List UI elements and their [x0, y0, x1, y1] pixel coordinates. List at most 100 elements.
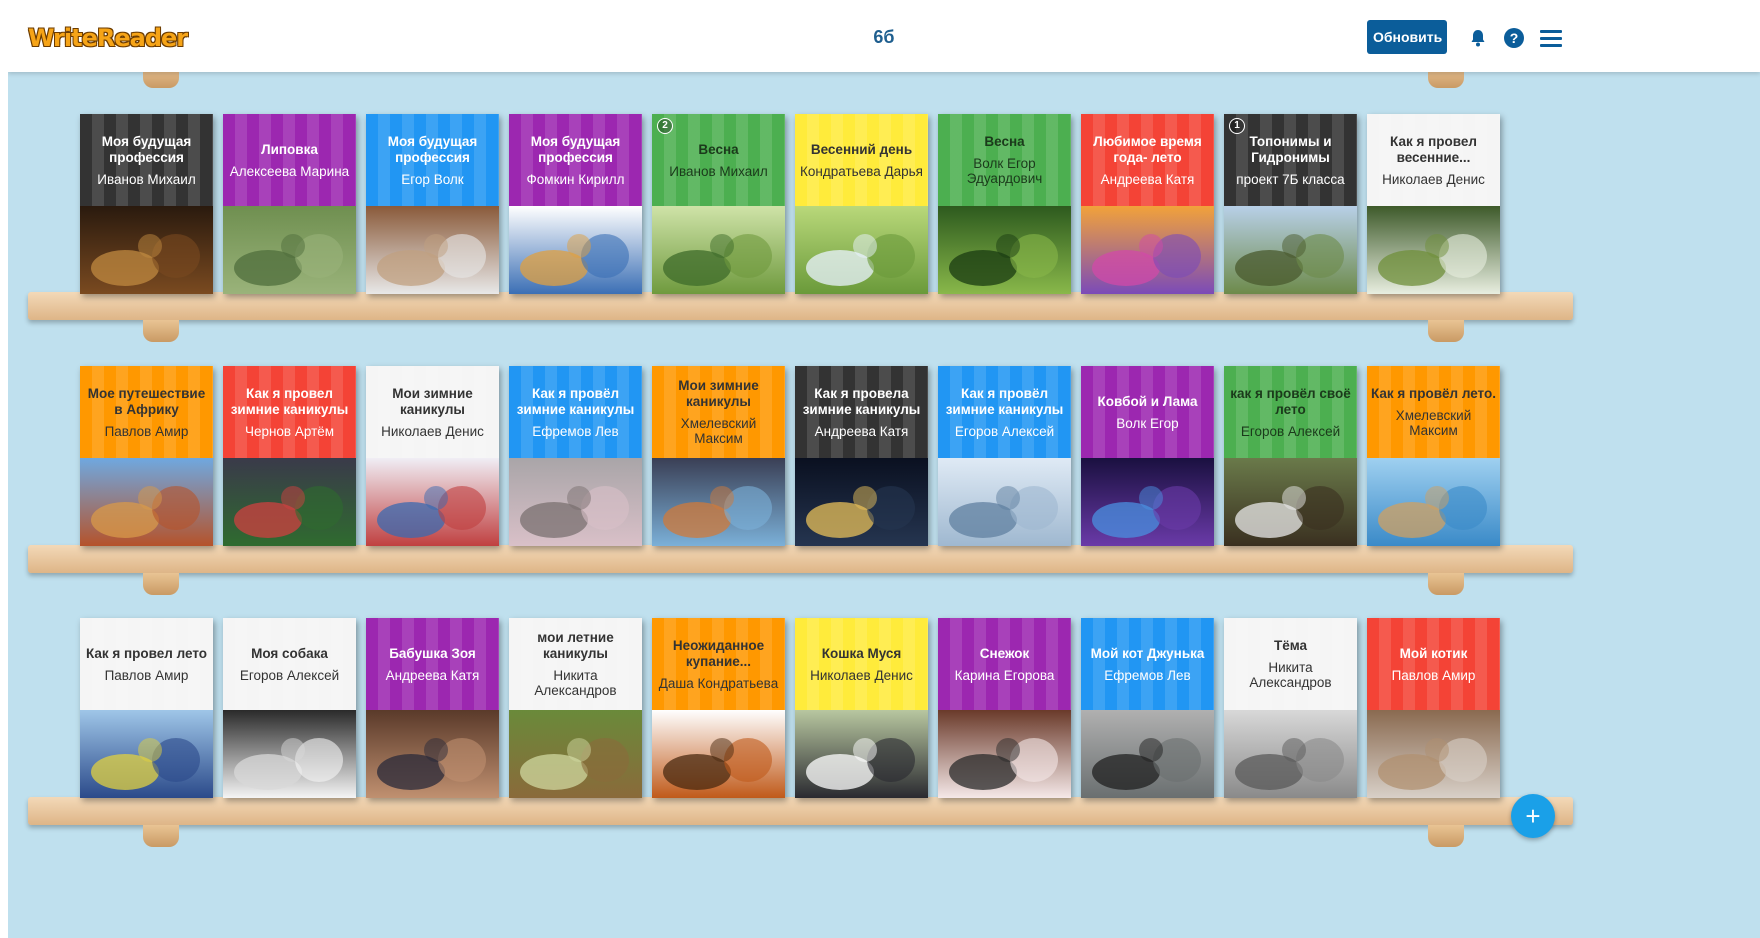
book-cover-image	[80, 206, 213, 294]
book-title: Весенний день	[810, 141, 913, 157]
book-cover-header: Липовка Алексеева Марина	[223, 114, 356, 206]
book-cover-image	[1081, 710, 1214, 798]
book-card[interactable]: Весенний день Кондратьева Дарья	[795, 114, 928, 294]
book-title: Моя собака	[251, 645, 328, 661]
book-cover-header: Мои зимние каникулы Николаев Денис	[366, 366, 499, 458]
book-card[interactable]: Мой котик Павлов Амир	[1367, 618, 1500, 798]
book-cover-image	[795, 206, 928, 294]
book-card[interactable]: Тёма Никита Александров	[1224, 618, 1357, 798]
book-card[interactable]: Мой кот Джунька Ефремов Лев	[1081, 618, 1214, 798]
book-cover-image	[938, 206, 1071, 294]
book-author: Егоров Алексей	[239, 667, 340, 683]
book-title: Как я провела зимние каникулы	[802, 385, 921, 417]
book-card[interactable]: Моя будущая профессия Иванов Михаил	[80, 114, 213, 294]
book-card[interactable]: Снежок Карина Егорова	[938, 618, 1071, 798]
book-card[interactable]: Как я провел лето Павлов Амир	[80, 618, 213, 798]
book-cover-header: Как я провел зимние каникулы Чернов Артём	[223, 366, 356, 458]
book-author: Никита Александров	[534, 668, 617, 698]
book-author: Алексеева Марина	[229, 163, 350, 179]
book-author: Павлов Амир	[104, 423, 189, 439]
book-title: Неожиданное купание...	[672, 637, 765, 669]
book-card[interactable]: Как я провёл зимние каникулы Ефремов Лев	[509, 366, 642, 546]
book-author: Даша Кондратьева	[658, 675, 779, 691]
book-cover-image	[366, 710, 499, 798]
book-title: Как я провел зимние каникулы	[230, 385, 349, 417]
book-title: Ковбой и Лама	[1097, 393, 1198, 409]
book-cover-image	[652, 710, 785, 798]
book-author: Хмелевский Максим	[1395, 408, 1472, 438]
book-title: Мои зимние каникулы	[392, 385, 473, 417]
book-cover-image	[1224, 206, 1357, 294]
book-cover-image	[223, 710, 356, 798]
book-cover-header: мои летние каникулы Никита Александров	[509, 618, 642, 710]
shelf-bracket	[143, 573, 179, 595]
book-card[interactable]: Топонимы и Гидронимы проект 7Б класса 1	[1224, 114, 1357, 294]
book-cover-image	[509, 710, 642, 798]
book-card[interactable]: Как я провела зимние каникулы Андреева Ка…	[795, 366, 928, 546]
book-card[interactable]: Весна Волк Егор Эдуардович	[938, 114, 1071, 294]
book-author: Кондратьева Дарья	[800, 163, 923, 179]
book-card[interactable]: Мое путешествие в Африку Павлов Амир	[80, 366, 213, 546]
book-cover-image	[223, 206, 356, 294]
book-title: Любимое время года- лето	[1093, 133, 1202, 165]
book-card[interactable]: Как я провел зимние каникулы Чернов Артём	[223, 366, 356, 546]
book-cover-header: Моя будущая профессия Фомкин Кирилл	[509, 114, 642, 206]
book-card[interactable]: Как я провел весенние... Николаев Денис	[1367, 114, 1500, 294]
shelf-bracket	[143, 320, 179, 342]
book-card[interactable]: Мои зимние каникулы Хмелевский Максим	[652, 366, 785, 546]
book-cover-header: Весна Волк Егор Эдуардович	[938, 114, 1071, 206]
book-cover-image	[366, 206, 499, 294]
book-card[interactable]: Кошка Муся Николаев Денис	[795, 618, 928, 798]
book-title: Бабушка Зоя	[389, 645, 476, 661]
shelf-bracket	[1428, 825, 1464, 847]
book-cover-image	[80, 710, 213, 798]
book-card[interactable]: Неожиданное купание... Даша Кондратьева	[652, 618, 785, 798]
book-cover-image	[938, 458, 1071, 546]
book-cover-image	[223, 458, 356, 546]
book-author: Карина Егорова	[954, 667, 1055, 683]
book-card[interactable]: Как я провёл лето. Хмелевский Максим	[1367, 366, 1500, 546]
book-author: Волк Егор Эдуардович	[966, 156, 1043, 186]
book-title: Топонимы и Гидронимы	[1249, 133, 1332, 165]
book-card[interactable]: Моя будущая профессия Фомкин Кирилл	[509, 114, 642, 294]
book-card[interactable]: Любимое время года- лето Андреева Катя	[1081, 114, 1214, 294]
book-cover-header: Как я провёл лето. Хмелевский Максим	[1367, 366, 1500, 458]
book-cover-image	[366, 458, 499, 546]
book-author: Чернов Артём	[244, 423, 335, 439]
book-title: Мой кот Джунька	[1090, 645, 1205, 661]
shelf-board	[28, 292, 1573, 320]
book-author: Андреева Катя	[1100, 171, 1195, 187]
book-cover-image	[1367, 206, 1500, 294]
book-title: как я провёл своё лето	[1230, 385, 1351, 417]
book-title: Мои зимние каникулы	[678, 378, 759, 409]
book-title: Весна	[984, 134, 1025, 149]
book-title: Как я провёл зимние каникулы	[945, 385, 1064, 417]
book-cover-header: Снежок Карина Егорова	[938, 618, 1071, 710]
book-title: Мой котик	[1399, 645, 1468, 661]
update-button[interactable]: Обновить	[1367, 20, 1447, 54]
shelf-bracket	[143, 825, 179, 847]
add-book-button[interactable]: +	[1511, 794, 1555, 838]
book-card[interactable]: Моя собака Егоров Алексей	[223, 618, 356, 798]
book-cover-header: Мои зимние каникулы Хмелевский Максим	[652, 366, 785, 458]
book-cover-image	[1224, 458, 1357, 546]
book-cover-header: Как я провел весенние... Николаев Денис	[1367, 114, 1500, 206]
help-icon[interactable]: ?	[1504, 28, 1524, 48]
book-card[interactable]: Весна Иванов Михаил 2	[652, 114, 785, 294]
book-card[interactable]: Бабушка Зоя Андреева Катя	[366, 618, 499, 798]
book-card[interactable]: Моя будущая профессия Егор Волк	[366, 114, 499, 294]
book-card[interactable]: Как я провёл зимние каникулы Егоров Алекс…	[938, 366, 1071, 546]
book-card[interactable]: Ковбой и Лама Волк Егор	[1081, 366, 1214, 546]
book-author: Хмелевский Максим	[680, 416, 757, 446]
book-cover-header: Мой котик Павлов Амир	[1367, 618, 1500, 710]
menu-icon[interactable]	[1540, 28, 1562, 48]
book-card[interactable]: как я провёл своё лето Егоров Алексей	[1224, 366, 1357, 546]
book-card[interactable]: Липовка Алексеева Марина	[223, 114, 356, 294]
bell-icon[interactable]	[1468, 28, 1488, 48]
book-cover-image	[652, 206, 785, 294]
book-card[interactable]: мои летние каникулы Никита Александров	[509, 618, 642, 798]
book-title: Тёма	[1273, 638, 1308, 653]
book-cover-image	[652, 458, 785, 546]
book-author: Волк Егор	[1116, 415, 1179, 431]
book-card[interactable]: Мои зимние каникулы Николаев Денис	[366, 366, 499, 546]
